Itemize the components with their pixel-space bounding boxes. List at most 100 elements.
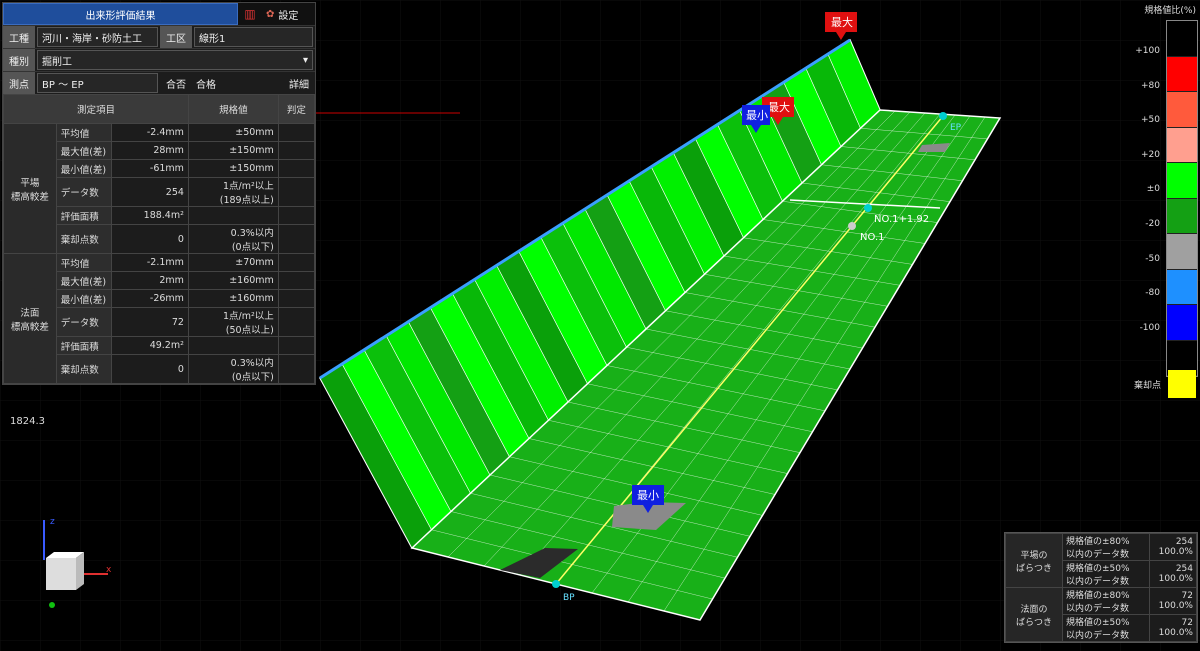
legend-swatch (1167, 305, 1197, 341)
group-label: 平場 標高較差 (3, 123, 57, 254)
legend-tick: -20 (1145, 219, 1160, 229)
stats-value: 254 100.0% (1149, 560, 1197, 588)
stats-group: 平場の ばらつき (1005, 533, 1063, 588)
tab-bar: 出来形評価結果 ▥ ✿ 設定 (3, 3, 315, 25)
settings-button[interactable]: ✿ 設定 (266, 7, 298, 22)
no1-point[interactable] (848, 222, 856, 230)
legend-swatch (1167, 163, 1197, 199)
svg-text:最大: 最大 (831, 15, 853, 29)
item-cell: 最小値(差) (55, 289, 113, 308)
item-cell: 評価面積 (55, 206, 113, 225)
spec-cell: ±160mm (187, 289, 279, 308)
koushu-label: 工種 (3, 26, 35, 48)
chevron-down-icon: ▾ (302, 54, 308, 66)
stats-label: 規格値の±50% 以内のデータ数 (1062, 560, 1150, 588)
legend-title: 規格値比(%) (1144, 6, 1196, 16)
item-cell: データ数 (55, 307, 113, 337)
reject-swatch (1168, 370, 1196, 398)
shubetsu-value: 掘削工 (42, 56, 72, 68)
stats-row: 法面の ばらつき 規格値の±80% 以内のデータ数 72 100.0% (1005, 587, 1197, 642)
value-cell: 188.4m² (111, 206, 189, 225)
head-spec: 規格値 (187, 94, 279, 124)
spec-cell: 1点/m²以上 (189点以上) (187, 177, 279, 207)
result-table: 測定項目 規格値 判定 平場 標高較差 平均値 -2.4mm ±50mm 最大値(差) 28… (3, 94, 316, 384)
shubetsu-select[interactable]: 掘削工 ▾ (37, 50, 313, 70)
bp-point[interactable] (552, 580, 560, 588)
item-cell: 棄却点数 (55, 354, 113, 384)
judge-cell (277, 289, 316, 308)
judge-cell (277, 271, 316, 290)
spec-cell: 0.3%以内 (0点以下) (187, 354, 279, 384)
value-cell: 0 (111, 224, 189, 254)
gouhi-value: 合格 (196, 79, 216, 91)
coord-readout: 1824.3 (10, 416, 45, 427)
variance-panel: 平場の ばらつき 規格値の±80% 以内のデータ数 254 100.0% 規格値の±50% 以… (1004, 532, 1198, 643)
legend-tick: ±0 (1146, 184, 1160, 195)
ep-point[interactable] (939, 112, 947, 120)
judge-cell (277, 307, 316, 337)
legend-tick: +20 (1141, 149, 1160, 160)
head-item: 測定項目 (3, 94, 189, 124)
svg-text:最小: 最小 (637, 489, 659, 502)
kouku-field[interactable]: 線形1 (194, 27, 313, 47)
color-legend (1166, 20, 1198, 377)
judge-cell (277, 253, 316, 272)
item-cell: 平均値 (55, 253, 113, 272)
gear-icon: ✿ (266, 8, 275, 20)
judge-cell (277, 336, 316, 355)
no1-label: NO.1 (860, 232, 885, 243)
head-judge: 判定 (277, 94, 316, 124)
judge-cell (277, 159, 316, 178)
legend-tick: -80 (1145, 288, 1160, 299)
legend-tick: +80 (1141, 80, 1160, 91)
judge-cell (277, 141, 316, 160)
item-cell: データ数 (55, 177, 113, 207)
stats-row: 平場の ばらつき 規格値の±80% 以内のデータ数 254 100.0% (1005, 533, 1197, 588)
legend-swatch (1167, 234, 1197, 270)
item-cell: 最小値(差) (55, 159, 113, 178)
result-panel: 出来形評価結果 ▥ ✿ 設定 工種 河川・海岸・砂防土工 工区 線形1 種別 掘… (2, 2, 316, 385)
spec-cell: ±160mm (187, 271, 279, 290)
table-row: 平場 標高較差 平均値 -2.4mm ±50mm (3, 123, 316, 254)
no1-192-label: NO.1+1.92 (874, 214, 929, 225)
svg-text:x: x (106, 565, 112, 575)
item-cell: 棄却点数 (55, 224, 113, 254)
judge-cell (277, 206, 316, 225)
table-row: 法面 標高較差 平均値 -2.1mm ±70mm (3, 253, 316, 384)
tab-result[interactable]: 出来形評価結果 (3, 3, 238, 25)
no1-192-point[interactable] (864, 204, 872, 212)
item-cell: 最大値(差) (55, 271, 113, 290)
value-cell: 49.2m² (111, 336, 189, 355)
spec-cell: 0.3%以内 (0点以下) (187, 224, 279, 254)
item-cell: 評価面積 (55, 336, 113, 355)
detail-link[interactable]: 詳細 (289, 76, 315, 91)
value-cell: -26mm (111, 289, 189, 308)
legend-tick: +50 (1141, 115, 1160, 126)
legend-swatch (1167, 127, 1197, 163)
group-label: 法面 標高較差 (3, 253, 57, 384)
axis-gizmo[interactable]: z x (30, 510, 120, 610)
svg-text:最大: 最大 (768, 100, 790, 114)
legend-swatch (1167, 198, 1197, 234)
stats-label: 規格値の±50% 以内のデータ数 (1062, 614, 1150, 642)
spec-cell: ±70mm (187, 253, 279, 272)
stats-value: 72 100.0% (1149, 614, 1197, 642)
koushu-field[interactable]: 河川・海岸・砂防土工 (37, 27, 158, 47)
value-cell: 28mm (111, 141, 189, 160)
gouhi-label: 合否 (160, 72, 192, 94)
spec-cell (187, 336, 279, 355)
ep-label: EP (950, 123, 962, 133)
sokuten-field[interactable]: BP 〜 EP (37, 73, 158, 93)
stats-label: 規格値の±80% 以内のデータ数 (1062, 533, 1150, 561)
spec-cell (187, 206, 279, 225)
value-cell: -2.1mm (111, 253, 189, 272)
judge-cell (277, 354, 316, 384)
value-cell: -2.4mm (111, 123, 189, 142)
bp-label: BP (563, 593, 575, 603)
report-icon[interactable]: ▥ (238, 4, 262, 24)
stats-value: 254 100.0% (1149, 533, 1197, 561)
reject-label: 棄却点 (1134, 381, 1162, 391)
sokuten-label: 測点 (3, 72, 35, 94)
value-cell: 2mm (111, 271, 189, 290)
spec-cell: 1点/m²以上 (50点以上) (187, 307, 279, 337)
